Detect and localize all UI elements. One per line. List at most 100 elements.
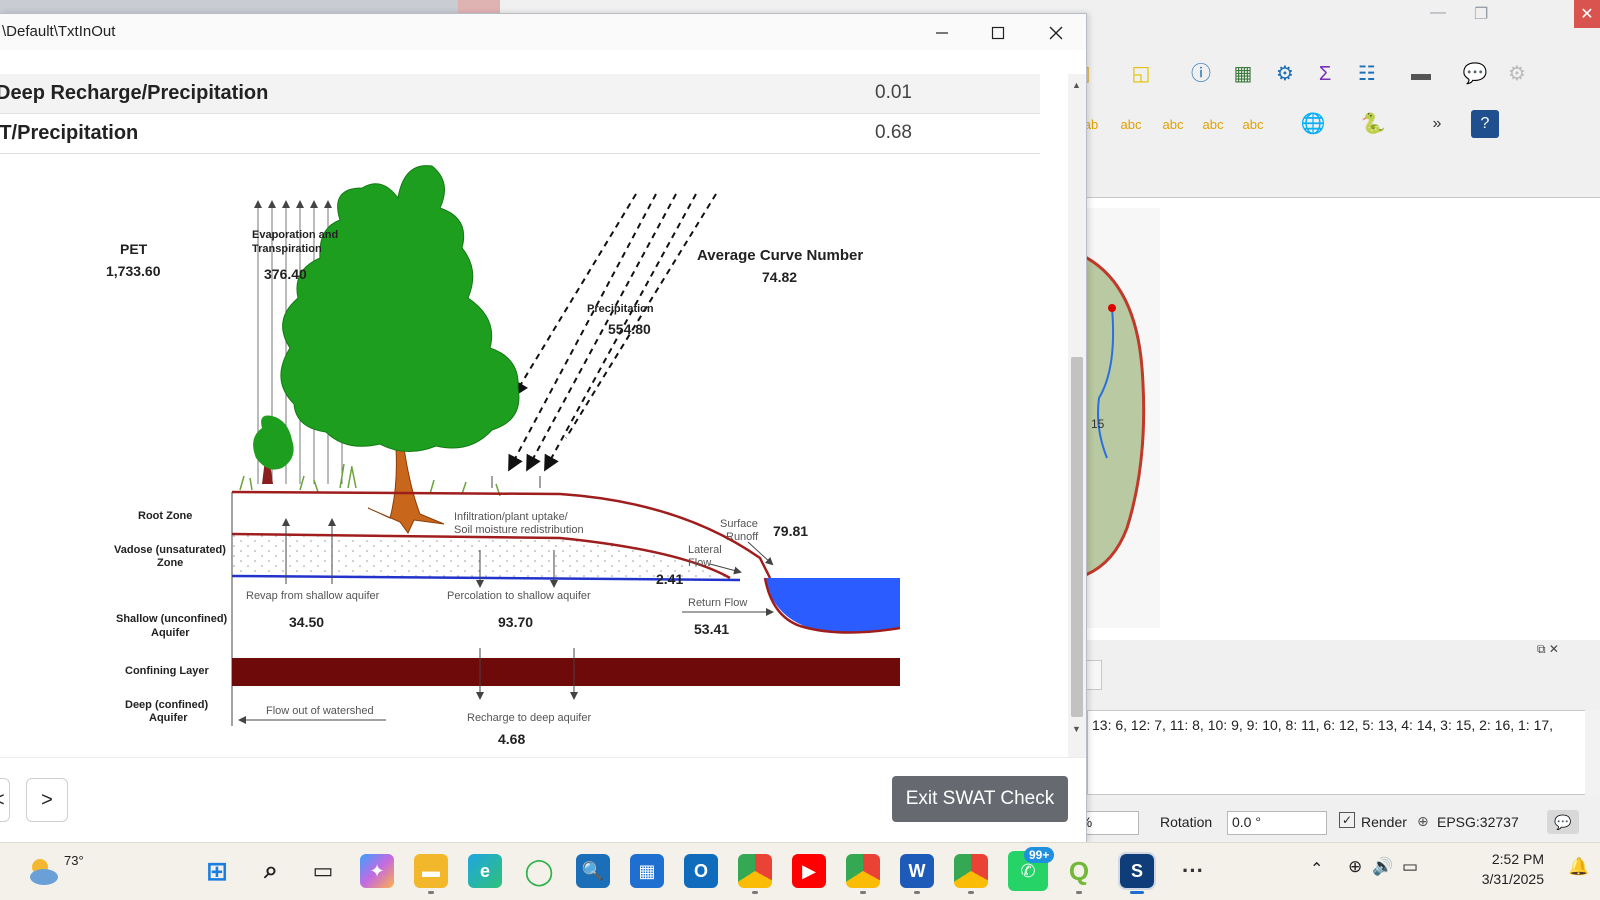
attribute-table-icon[interactable]: ▦ — [1229, 60, 1257, 88]
exit-swat-check-button[interactable]: Exit SWAT Check — [892, 776, 1068, 822]
tips-balloon-icon[interactable]: 💬 — [1461, 60, 1489, 88]
select-by-area-icon[interactable]: ◱ — [1127, 60, 1155, 88]
zone-deep-label-line1: Deep (confined) — [125, 699, 208, 711]
whatsapp-icon[interactable]: ✆ 99+ — [1008, 847, 1055, 891]
surface-runoff-label-line2: Runoff — [726, 531, 759, 543]
render-checkbox[interactable]: ✓ — [1339, 812, 1355, 828]
infiltration-label-line2: Soil moisture redistribution — [454, 524, 584, 536]
confining-layer — [232, 658, 900, 686]
curve-number-value: 74.82 — [762, 269, 797, 285]
percolation-value: 93.70 — [498, 614, 533, 630]
weather-widget[interactable]: 73° — [26, 851, 84, 891]
background-restore-icon[interactable]: ❐ — [1474, 4, 1488, 24]
minimize-button[interactable] — [920, 16, 964, 50]
weather-temperature: 73° — [64, 853, 84, 868]
close-button[interactable] — [1034, 16, 1078, 50]
background-statusbar: 0% Rotation 0.0 ° ✓ Render ⊕ EPSG:32737 … — [1067, 805, 1600, 841]
clock-time[interactable]: 2:52 PM — [1464, 851, 1544, 867]
chrome-profile-2-icon[interactable] — [846, 854, 880, 894]
background-tab-close[interactable] — [458, 0, 500, 14]
youtube-icon[interactable]: ▶ — [792, 854, 826, 888]
panel-float-icon[interactable]: ⧉ ✕ — [1537, 642, 1559, 657]
settings-gear-icon[interactable]: ⚙ — [1271, 60, 1299, 88]
pet-label: PET — [120, 241, 148, 257]
recharge-label: Recharge to deep aquifer — [467, 712, 591, 724]
result-label: ET/Precipitation — [0, 122, 139, 144]
network-globe-icon[interactable]: ⊕ — [1348, 857, 1362, 877]
search-icon[interactable]: ⌕ — [254, 854, 288, 888]
dialog-titlebar[interactable]: \Default\TxtInOut — [0, 14, 1086, 50]
python-console-icon[interactable]: 🐍 — [1359, 110, 1387, 138]
clock-date[interactable]: 3/31/2025 — [1464, 871, 1544, 887]
flow-out-label: Flow out of watershed — [266, 705, 374, 717]
zone-root-label: Root Zone — [138, 510, 192, 522]
result-value: 0.01 — [875, 82, 912, 103]
qgis-icon[interactable]: Q — [1062, 854, 1096, 894]
task-view-icon[interactable]: ▭ — [306, 854, 340, 888]
chrome-profile-3-icon[interactable] — [954, 854, 988, 894]
disabled-tool-icon: ⚙ — [1508, 63, 1526, 85]
surface-runoff-value: 79.81 — [773, 523, 808, 539]
map-canvas[interactable]: 15 — [1087, 198, 1600, 640]
background-toolbar: ▣ ◱ ⓘ ▦ ⚙ Σ ☷ ▬ 💬 ⚙ ab abc abc abc abc 🌐… — [1072, 56, 1600, 156]
help-icon[interactable]: ? — [1471, 110, 1499, 138]
zone-shallow-label-line2: Aquifer — [151, 627, 190, 639]
word-icon[interactable]: W — [900, 854, 934, 894]
chrome-profile-1-icon[interactable] — [738, 854, 772, 894]
statistics-sigma-icon[interactable]: Σ — [1311, 60, 1339, 88]
copilot-icon[interactable]: ✦ — [360, 854, 394, 888]
render-label: Render — [1361, 814, 1407, 830]
battery-icon[interactable]: ▭ — [1402, 857, 1418, 877]
zone-vadose-label-line1: Vadose (unsaturated) — [114, 544, 226, 556]
file-explorer-icon[interactable]: ▬ — [414, 854, 448, 894]
background-window-controls: — ❐ ✕ — [1430, 0, 1600, 30]
identify-icon[interactable]: ⓘ — [1187, 60, 1215, 88]
table-icon[interactable]: ☷ — [1353, 60, 1381, 88]
label-tool-2-icon[interactable]: abc — [1117, 110, 1145, 138]
magnifier-app-icon[interactable]: 🔍 — [576, 854, 610, 888]
revap-value: 34.50 — [289, 614, 324, 630]
minimize-icon — [936, 32, 948, 34]
scroll-down-icon[interactable]: ▼ — [1072, 724, 1081, 734]
edge-browser-icon[interactable]: e — [468, 854, 502, 888]
notifications-icon[interactable]: 🔔 — [1568, 857, 1589, 877]
background-close-icon[interactable]: ✕ — [1574, 0, 1600, 28]
show-hidden-icons-icon[interactable]: ⌃ — [1310, 859, 1323, 879]
maximize-button[interactable] — [976, 16, 1020, 50]
return-flow-label: Return Flow — [688, 597, 747, 609]
label-tool-4-icon[interactable]: abc — [1199, 110, 1227, 138]
maximize-icon — [991, 26, 1005, 40]
recharge-value: 4.68 — [498, 731, 525, 747]
volume-icon[interactable]: 🔊 — [1372, 857, 1393, 877]
label-tool-3-icon[interactable]: abc — [1159, 110, 1187, 138]
circle-app-icon[interactable]: ◯ — [522, 854, 556, 888]
log-tab[interactable] — [1087, 660, 1102, 690]
background-minimize-icon[interactable]: — — [1430, 4, 1446, 22]
chevron-right-icon: > — [41, 788, 53, 811]
lateral-flow-value: 2.41 — [656, 571, 683, 587]
start-button-icon[interactable]: ⊞ — [200, 854, 234, 888]
infiltration-label-line1: Infiltration/plant uptake/ — [454, 511, 569, 523]
messages-icon[interactable]: 💬 — [1547, 810, 1579, 834]
hydrologic-cycle-diagram: PET 1,733.60 Evaporation and Transpirati… — [106, 165, 901, 747]
log-scrollbar[interactable] — [1585, 710, 1600, 796]
pet-value: 1,733.60 — [106, 263, 161, 279]
more-apps-icon[interactable]: ··· — [1176, 854, 1210, 888]
et-label-line1: Evaporation and — [252, 229, 338, 241]
swat-plus-icon[interactable]: S — [1118, 852, 1156, 894]
label-tool-5-icon[interactable]: abc — [1239, 110, 1267, 138]
dialog-scrollbar[interactable]: ▲ ▼ — [1068, 74, 1086, 768]
next-button[interactable]: > — [26, 778, 68, 822]
previous-button[interactable]: < — [0, 778, 10, 822]
toolbar-overflow-icon[interactable]: » — [1423, 110, 1451, 138]
scroll-up-icon[interactable]: ▲ — [1072, 80, 1081, 90]
outlook-icon[interactable]: O — [684, 854, 718, 888]
close-icon — [1049, 26, 1063, 40]
microsoft-store-icon[interactable]: ▦ — [630, 854, 664, 888]
measure-ruler-icon[interactable]: ▬ — [1407, 60, 1435, 88]
scrollbar-thumb[interactable] — [1071, 357, 1083, 717]
rotation-field[interactable]: 0.0 ° — [1227, 811, 1327, 835]
globe-plugin-icon[interactable]: 🌐 — [1299, 110, 1327, 138]
crs-label[interactable]: EPSG:32737 — [1437, 814, 1519, 830]
revap-label: Revap from shallow aquifer — [246, 590, 380, 602]
